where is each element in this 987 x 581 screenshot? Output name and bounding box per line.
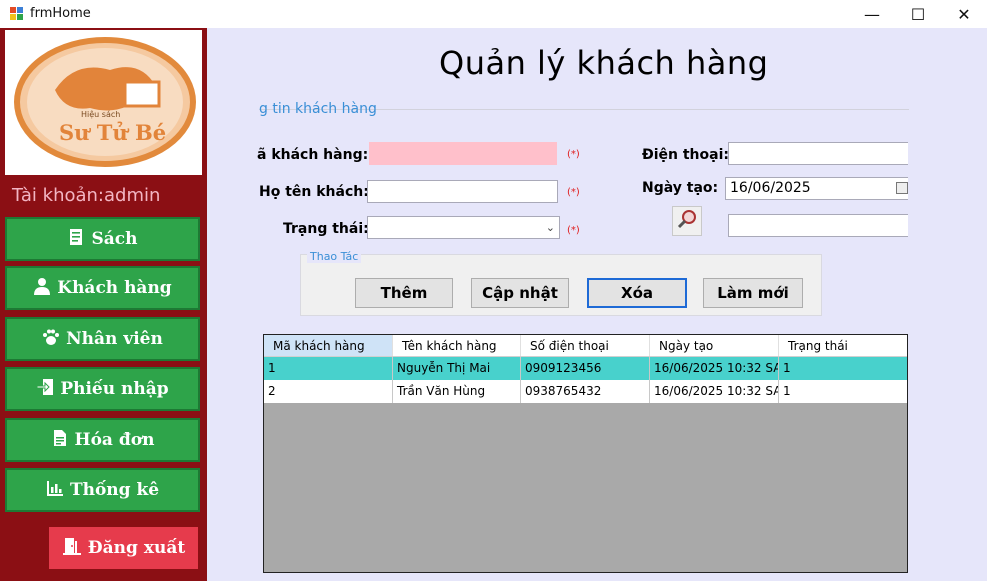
- nav-employees-label: Nhân viên: [66, 329, 163, 349]
- column-header[interactable]: Tên khách hàng: [393, 335, 521, 356]
- table-cell[interactable]: 16/06/2025 10:32 SA: [650, 380, 779, 403]
- column-header[interactable]: Số điện thoại: [521, 335, 650, 356]
- main-panel: Quản lý khách hàng g tin khách hàng ã kh…: [207, 28, 987, 581]
- update-button[interactable]: Cập nhật: [471, 278, 569, 308]
- nav-invoices-button[interactable]: Hóa đơn: [5, 418, 200, 462]
- user-icon: [33, 277, 51, 300]
- nav-statistics-button[interactable]: Thống kê: [5, 468, 200, 512]
- magnifier-icon: [676, 208, 698, 235]
- table-cell[interactable]: 2: [264, 380, 393, 403]
- paw-icon: [42, 328, 60, 351]
- nav-invoices-label: Hóa đơn: [74, 430, 155, 450]
- account-label: Tài khoản:admin: [12, 185, 161, 206]
- logout-button[interactable]: Đăng xuất: [49, 527, 198, 569]
- customer-name-field[interactable]: [367, 180, 558, 203]
- nav-employees-button[interactable]: Nhân viên: [5, 317, 200, 361]
- chart-icon: [46, 479, 64, 502]
- table-cell[interactable]: Trần Văn Hùng: [393, 380, 521, 403]
- table-cell[interactable]: 1: [779, 357, 907, 380]
- search-input[interactable]: [728, 214, 908, 237]
- table-cell[interactable]: 16/06/2025 10:32 SA: [650, 357, 779, 380]
- nav-customers-label: Khách hàng: [57, 278, 172, 298]
- phone-label: Điện thoại:: [642, 147, 729, 163]
- close-button[interactable]: ✕: [941, 0, 987, 28]
- maximize-button[interactable]: ☐: [895, 0, 941, 28]
- window-titlebar: frmHome — ☐ ✕: [0, 0, 987, 28]
- chevron-down-icon: ⌄: [545, 221, 555, 234]
- column-header[interactable]: Mã khách hàng: [264, 335, 393, 356]
- refresh-button[interactable]: Làm mới: [703, 278, 803, 308]
- logo-text-large: Sư Tử Bé: [59, 120, 167, 145]
- table-cell[interactable]: 0938765432: [521, 380, 650, 403]
- nav-statistics-label: Thống kê: [69, 480, 160, 500]
- table-cell[interactable]: Nguyễn Thị Mai: [393, 357, 521, 380]
- app-icon: [10, 7, 24, 21]
- table-cell[interactable]: 1: [264, 357, 393, 380]
- add-button[interactable]: Thêm: [355, 278, 453, 308]
- table-header: Mã khách hàng Tên khách hàng Số điện tho…: [264, 335, 907, 357]
- nav-books-button[interactable]: Sách: [5, 217, 200, 261]
- calendar-icon[interactable]: [896, 182, 908, 194]
- nav-books-label: Sách: [91, 229, 138, 249]
- customer-id-field[interactable]: [369, 142, 557, 165]
- door-exit-icon: [62, 537, 82, 560]
- logout-label: Đăng xuất: [87, 538, 186, 558]
- customer-name-label: Họ tên khách:: [259, 184, 369, 200]
- status-label: Trạng thái:: [283, 221, 369, 237]
- column-header[interactable]: Ngày tạo: [650, 335, 779, 356]
- phone-field[interactable]: [728, 142, 908, 165]
- customer-id-label: ã khách hàng:: [257, 147, 369, 163]
- customer-table[interactable]: Mã khách hàng Tên khách hàng Số điện tho…: [263, 334, 908, 573]
- required-mark: (*): [567, 149, 580, 160]
- page-title: Quản lý khách hàng: [439, 44, 769, 82]
- table-row[interactable]: 2 Trần Văn Hùng 0938765432 16/06/2025 10…: [264, 380, 907, 403]
- book-icon: [67, 228, 85, 251]
- customer-info-group-title: g tin khách hàng: [259, 101, 377, 117]
- required-mark: (*): [567, 225, 580, 236]
- operations-group-title: Thao Tác: [307, 250, 362, 263]
- sidebar: Hiệu sách Sư Tử Bé Tài khoản:admin Sách …: [0, 28, 207, 581]
- table-row[interactable]: 1 Nguyễn Thị Mai 0909123456 16/06/2025 1…: [264, 357, 907, 380]
- created-date-value: 16/06/2025: [730, 180, 811, 196]
- minimize-button[interactable]: —: [849, 0, 895, 28]
- store-logo: Hiệu sách Sư Tử Bé: [5, 30, 202, 175]
- nav-customers-button[interactable]: Khách hàng: [5, 266, 200, 310]
- required-mark: (*): [567, 187, 580, 198]
- created-date-label: Ngày tạo:: [642, 180, 719, 196]
- table-cell[interactable]: 0909123456: [521, 357, 650, 380]
- column-header[interactable]: Trạng thái: [779, 335, 907, 356]
- delete-button[interactable]: Xóa: [587, 278, 687, 308]
- invoice-icon: [51, 429, 69, 452]
- import-icon: [36, 378, 54, 401]
- status-combobox[interactable]: ⌄: [367, 216, 560, 239]
- search-button[interactable]: [672, 206, 702, 236]
- table-cell[interactable]: 1: [779, 380, 907, 403]
- nav-imports-label: Phiếu nhập: [60, 379, 169, 399]
- nav-imports-button[interactable]: Phiếu nhập: [5, 367, 200, 411]
- window-title: frmHome: [30, 6, 91, 21]
- logo-text-small: Hiệu sách: [81, 110, 121, 119]
- created-date-picker[interactable]: 16/06/2025: [725, 177, 908, 200]
